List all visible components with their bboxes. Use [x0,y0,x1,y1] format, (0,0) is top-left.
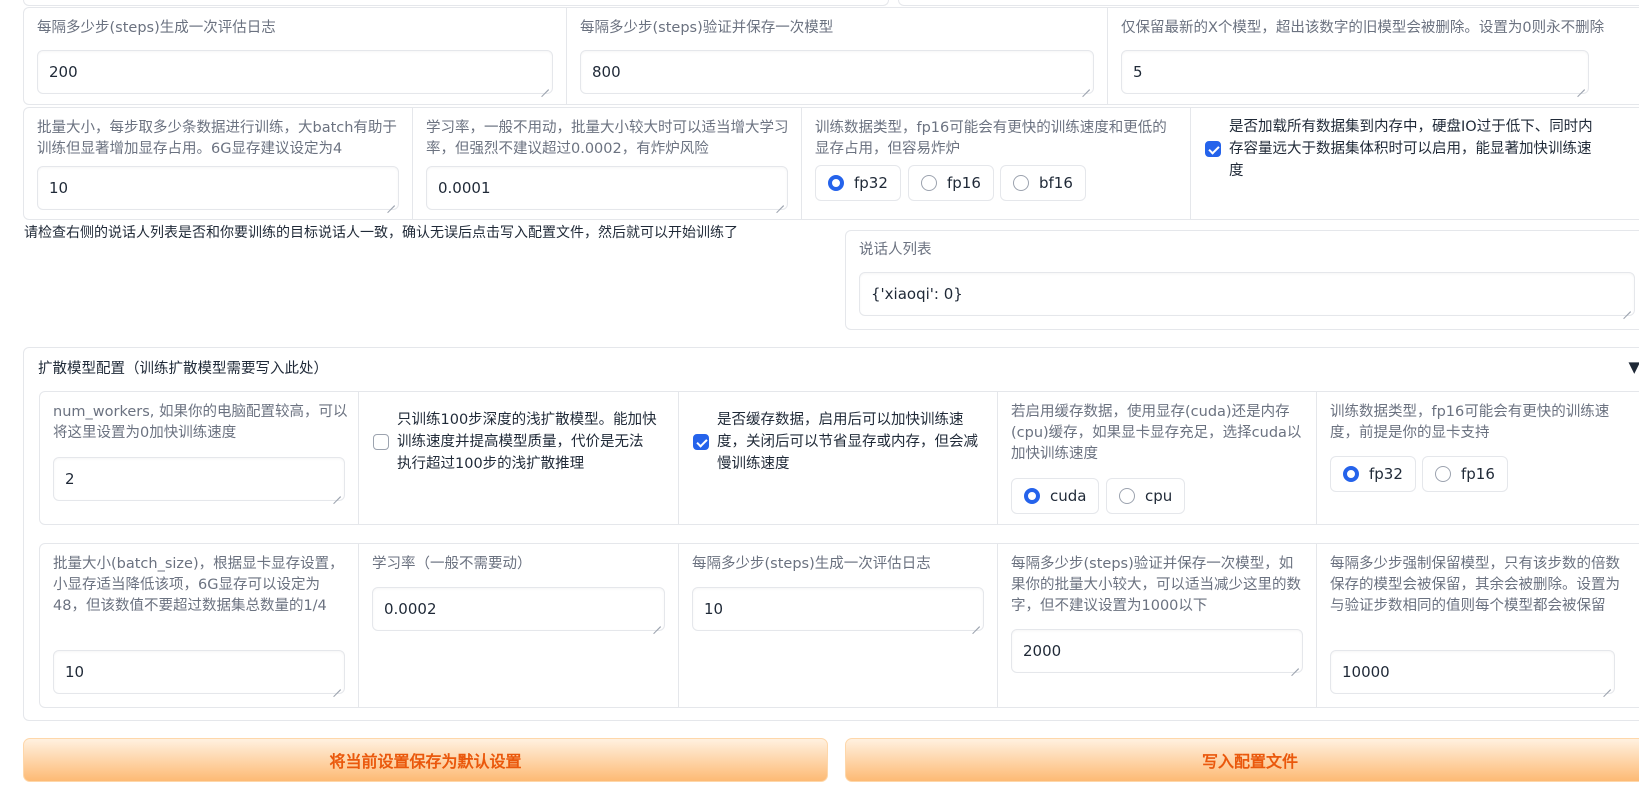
cache-data-checkbox[interactable] [693,434,709,450]
cache-device-radio-cuda[interactable]: cuda [1011,478,1100,514]
diff-save-cell: 每隔多少步(steps)验证并保存一次模型，如果你的批量大小较大，可以适当减少这… [998,544,1317,707]
dtype-radio-fp16[interactable]: fp16 [908,165,994,201]
diff-lr-cell: 学习率（一般不需要动） 0.0002 [359,544,679,707]
cache-device-option-label: cpu [1145,487,1173,505]
diff-keep-input[interactable]: 10000 [1330,650,1615,694]
radio-unselected-icon [1435,466,1451,482]
chevron-down-icon[interactable]: ▼ [1628,358,1639,376]
keep-models-cell: 仅保留最新的X个模型，超出该数字的旧模型会被删除。设置为0则永不删除 5 [1108,8,1639,104]
diff-dtype-radio-fp16[interactable]: fp16 [1422,456,1508,492]
diff-log-input[interactable]: 10 [692,587,984,631]
keep-models-input[interactable]: 5 [1121,50,1589,94]
cache-device-cell: 若启用缓存数据，使用显存(cuda)还是内存(cpu)缓存，如果显卡显存充足，选… [998,392,1317,524]
save-interval-cell: 每隔多少步(steps)验证并保存一次模型 800 [567,8,1108,104]
cache-device-label: 若启用缓存数据，使用显存(cuda)还是内存(cpu)缓存，如果显卡显存充足，选… [1011,404,1302,462]
batch-size-input[interactable]: 10 [37,166,399,210]
workers-label: num_workers, 如果你的电脑配置较高，可以将这里设置为0加快训练速度 [53,404,348,441]
radio-selected-icon [1343,466,1359,482]
shallow-diffusion-checkbox[interactable] [373,434,389,450]
diff-batch-cell: 批量大小(batch_size)，根据显卡显存设置，小显存适当降低该项，6G显存… [40,544,359,707]
diff-dtype-option-label: fp16 [1461,465,1495,483]
load-all-cell: 是否加载所有数据集到内存中，硬盘IO过于低下、同时内存容量远大于数据集体积时可以… [1191,108,1639,219]
diff-save-label: 每隔多少步(steps)验证并保存一次模型，如果你的批量大小较大，可以适当减少这… [1011,556,1301,614]
speaker-list-panel: 说话人列表 {'xiaoqi': 0} [845,230,1639,330]
diff-keep-cell: 每隔多少步强制保留模型，只有该步数的倍数保存的模型会被保留，其余会被删除。设置为… [1317,544,1639,707]
save-interval-label: 每隔多少步(steps)验证并保存一次模型 [580,20,834,36]
dtype-label: 训练数据类型，fp16可能会有更快的训练速度和更低的显存占用，但容易炸炉 [815,120,1167,157]
diffusion-row-2: 批量大小(batch_size)，根据显卡显存设置，小显存适当降低该项，6G显存… [39,543,1639,708]
diffusion-row-1: num_workers, 如果你的电脑配置较高，可以将这里设置为0加快训练速度 … [39,391,1639,525]
save-default-button[interactable]: 将当前设置保存为默认设置 [23,738,828,782]
diff-save-input[interactable]: 2000 [1011,629,1303,673]
diff-log-cell: 每隔多少步(steps)生成一次评估日志 10 [679,544,998,707]
batch-size-cell: 批量大小，每步取多少条数据进行训练，大batch有助于训练但显著增加显存占用。6… [24,108,413,219]
log-save-panel: 每隔多少步(steps)生成一次评估日志 200 每隔多少步(steps)验证并… [23,7,1639,105]
keep-models-label: 仅保留最新的X个模型，超出该数字的旧模型会被删除。设置为0则永不删除 [1121,20,1605,36]
load-all-checkbox[interactable] [1205,141,1221,157]
workers-input[interactable]: 2 [53,457,345,501]
diff-lr-input[interactable]: 0.0002 [372,587,665,631]
diff-dtype-cell: 训练数据类型，fp16可能会有更快的训练速度，前提是你的显卡支持 fp32 fp… [1317,392,1639,524]
eval-log-cell: 每隔多少步(steps)生成一次评估日志 200 [24,8,567,104]
eval-log-label: 每隔多少步(steps)生成一次评估日志 [37,20,276,36]
resize-grip-icon [333,682,341,690]
diffusion-config-title: 扩散模型配置（训练扩散模型需要写入此处） [38,361,328,377]
prev-panel-edge-right [898,0,1639,6]
dtype-radio-fp32[interactable]: fp32 [815,165,901,201]
resize-grip-icon [653,619,661,627]
cache-data-label: 是否缓存数据，启用后可以加快训练速度，关闭后可以节省显存或内存，但会减慢训练速度 [717,412,978,472]
shallow-diffusion-label: 只训练100步深度的浅扩散模型。能加快训练速度并提高模型质量，代价是无法执行超过… [397,412,657,472]
dtype-cell: 训练数据类型，fp16可能会有更快的训练速度和更低的显存占用，但容易炸炉 fp3… [802,108,1191,219]
diff-dtype-radio-fp32[interactable]: fp32 [1330,456,1416,492]
diff-log-label: 每隔多少步(steps)生成一次评估日志 [692,556,931,572]
radio-selected-icon [828,175,844,191]
resize-grip-icon [1291,661,1299,669]
save-interval-input[interactable]: 800 [580,50,1094,94]
training-params-panel: 批量大小，每步取多少条数据进行训练，大batch有助于训练但显著增加显存占用。6… [23,107,1639,220]
radio-unselected-icon [1013,175,1029,191]
batch-size-label: 批量大小，每步取多少条数据进行训练，大batch有助于训练但显著增加显存占用。6… [37,120,397,157]
speaker-check-notice: 请检查右侧的说话人列表是否和你要训练的目标说话人一致，确认无误后点击写入配置文件… [24,225,738,241]
resize-grip-icon [776,198,784,206]
resize-grip-icon [333,489,341,497]
diff-dtype-label: 训练数据类型，fp16可能会有更快的训练速度，前提是你的显卡支持 [1330,404,1610,441]
speaker-list-label: 说话人列表 [859,242,932,258]
radio-unselected-icon [1119,488,1135,504]
resize-grip-icon [1082,82,1090,90]
resize-grip-icon [387,198,395,206]
load-all-label: 是否加载所有数据集到内存中，硬盘IO过于低下、同时内存容量远大于数据集体积时可以… [1229,119,1593,179]
speaker-list-textarea[interactable]: {'xiaoqi': 0} [859,272,1635,316]
dtype-option-label: fp32 [854,174,888,192]
diff-batch-label: 批量大小(batch_size)，根据显卡显存设置，小显存适当降低该项，6G显存… [53,556,344,614]
diff-keep-label: 每隔多少步强制保留模型，只有该步数的倍数保存的模型会被保留，其余会被删除。设置为… [1330,556,1620,614]
cache-device-option-label: cuda [1050,487,1087,505]
shallow-cell: 只训练100步深度的浅扩散模型。能加快训练速度并提高模型质量，代价是无法执行超过… [359,392,679,524]
resize-grip-icon [541,82,549,90]
diff-batch-input[interactable]: 10 [53,650,345,694]
resize-grip-icon [972,619,980,627]
dtype-radio-bf16[interactable]: bf16 [1000,165,1086,201]
diffusion-config-accordion: 扩散模型配置（训练扩散模型需要写入此处） ▼ num_workers, 如果你的… [23,347,1639,721]
write-config-button[interactable]: 写入配置文件 [845,738,1639,782]
radio-selected-icon [1024,488,1040,504]
diffusion-config-header[interactable]: 扩散模型配置（训练扩散模型需要写入此处） ▼ [24,348,1639,390]
resize-grip-icon [1623,304,1631,312]
learning-rate-label: 学习率，一般不用动，批量大小较大时可以适当增大学习率，但强烈不建议超过0.000… [426,120,789,157]
eval-log-input[interactable]: 200 [37,50,553,94]
learning-rate-input[interactable]: 0.0001 [426,166,788,210]
dtype-option-label: bf16 [1039,174,1073,192]
radio-unselected-icon [921,175,937,191]
learning-rate-cell: 学习率，一般不用动，批量大小较大时可以适当增大学习率，但强烈不建议超过0.000… [413,108,802,219]
cache-device-radio-cpu[interactable]: cpu [1106,478,1186,514]
dtype-option-label: fp16 [947,174,981,192]
diff-dtype-option-label: fp32 [1369,465,1403,483]
diff-lr-label: 学习率（一般不需要动） [372,556,532,572]
resize-grip-icon [1603,682,1611,690]
resize-grip-icon [1577,82,1585,90]
workers-cell: num_workers, 如果你的电脑配置较高，可以将这里设置为0加快训练速度 … [40,392,359,524]
prev-panel-edge [23,0,889,6]
cache-cell: 是否缓存数据，启用后可以加快训练速度，关闭后可以节省显存或内存，但会减慢训练速度 [679,392,998,524]
